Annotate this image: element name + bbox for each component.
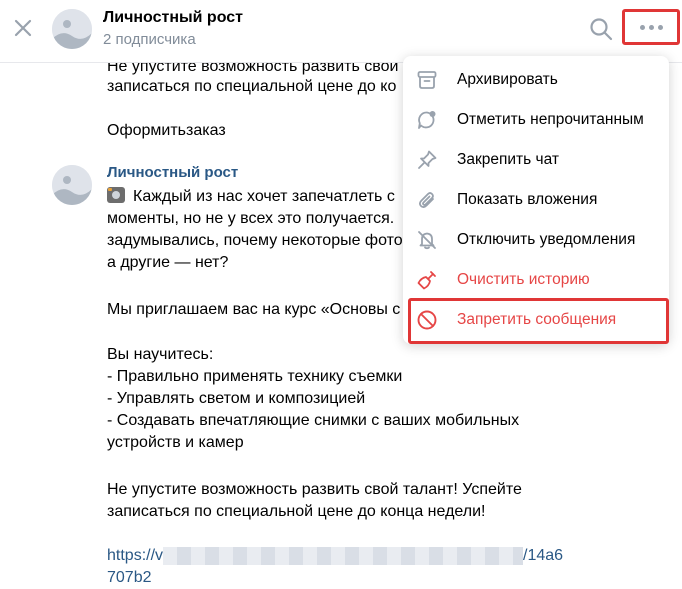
message-line: - Правильно применять технику съемки — [107, 368, 403, 385]
paperclip-icon — [418, 192, 434, 209]
more-button[interactable] — [622, 9, 680, 45]
message-line: записаться по специальной цене до конца … — [107, 503, 486, 520]
chat-title[interactable]: Личностный рост — [103, 9, 243, 27]
menu-item-label: Архивировать — [457, 71, 558, 88]
menu-item-mute[interactable]: Отключить уведомления — [403, 220, 669, 260]
archive-icon — [417, 71, 437, 89]
bell-off-icon — [418, 231, 436, 250]
image-placeholder-icon — [52, 9, 92, 49]
menu-item-label: Отметить непрочитанным — [457, 111, 644, 128]
more-dot-icon — [657, 24, 663, 30]
unread-icon — [418, 111, 436, 129]
message-line: устройств и камер — [107, 434, 244, 451]
avatar[interactable] — [52, 9, 92, 49]
menu-item-label: Закрепить чат — [457, 151, 559, 168]
message-line: моменты, но не у всех это получается. — [107, 210, 395, 227]
highlight-frame — [408, 298, 669, 344]
message-line: Мы приглашаем вас на курс «Основы с — [107, 301, 401, 318]
menu-item-label: Показать вложения — [457, 191, 598, 208]
menu-item-show-attachments[interactable]: Показать вложения — [403, 180, 669, 220]
message-link[interactable]: https://v/14a6 — [107, 545, 563, 567]
message-line: Не упустите возможность развить свой тал… — [107, 481, 522, 498]
message-text: Оформитьзаказ — [107, 122, 226, 139]
chat-subtitle: 2 подписчика — [103, 31, 196, 48]
menu-item-pin[interactable]: Закрепить чат — [403, 140, 669, 180]
menu-item-label: Очистить историю — [457, 271, 590, 288]
broom-icon — [417, 271, 436, 290]
menu-item-clear-history[interactable]: Очистить историю — [403, 260, 669, 300]
menu-item-mark-unread[interactable]: Отметить непрочитанным — [403, 100, 669, 140]
message-line: Каждый из нас хочет запечатлеть с — [107, 186, 395, 208]
menu-item-archive[interactable]: Архивировать — [403, 60, 669, 100]
message-author[interactable]: Личностный рост — [107, 164, 238, 181]
message-text: записаться по специальной цене до ко — [107, 78, 397, 95]
message-line: а другие — нет? — [107, 254, 229, 271]
search-icon[interactable] — [588, 16, 614, 42]
message-line: - Управлять светом и композицией — [107, 390, 366, 407]
more-dot-icon — [639, 24, 645, 30]
menu-item-label: Отключить уведомления — [457, 231, 636, 248]
pin-icon — [418, 150, 437, 169]
message-line: задумывались, почему некоторые фото — [107, 232, 403, 249]
camera-emoji-icon — [107, 187, 125, 203]
chat-header: Личностный рост 2 подписчика — [0, 0, 682, 63]
close-icon[interactable] — [12, 17, 34, 39]
blurred-region — [163, 546, 524, 565]
image-placeholder-icon — [52, 165, 92, 205]
message-line: Вы научитесь: — [107, 346, 214, 363]
message-avatar[interactable] — [52, 165, 92, 205]
message-line: - Создавать впечатляющие снимки с ваших … — [107, 412, 520, 429]
more-dot-icon — [648, 24, 654, 30]
message-link-continued[interactable]: 707b2 — [107, 567, 152, 589]
